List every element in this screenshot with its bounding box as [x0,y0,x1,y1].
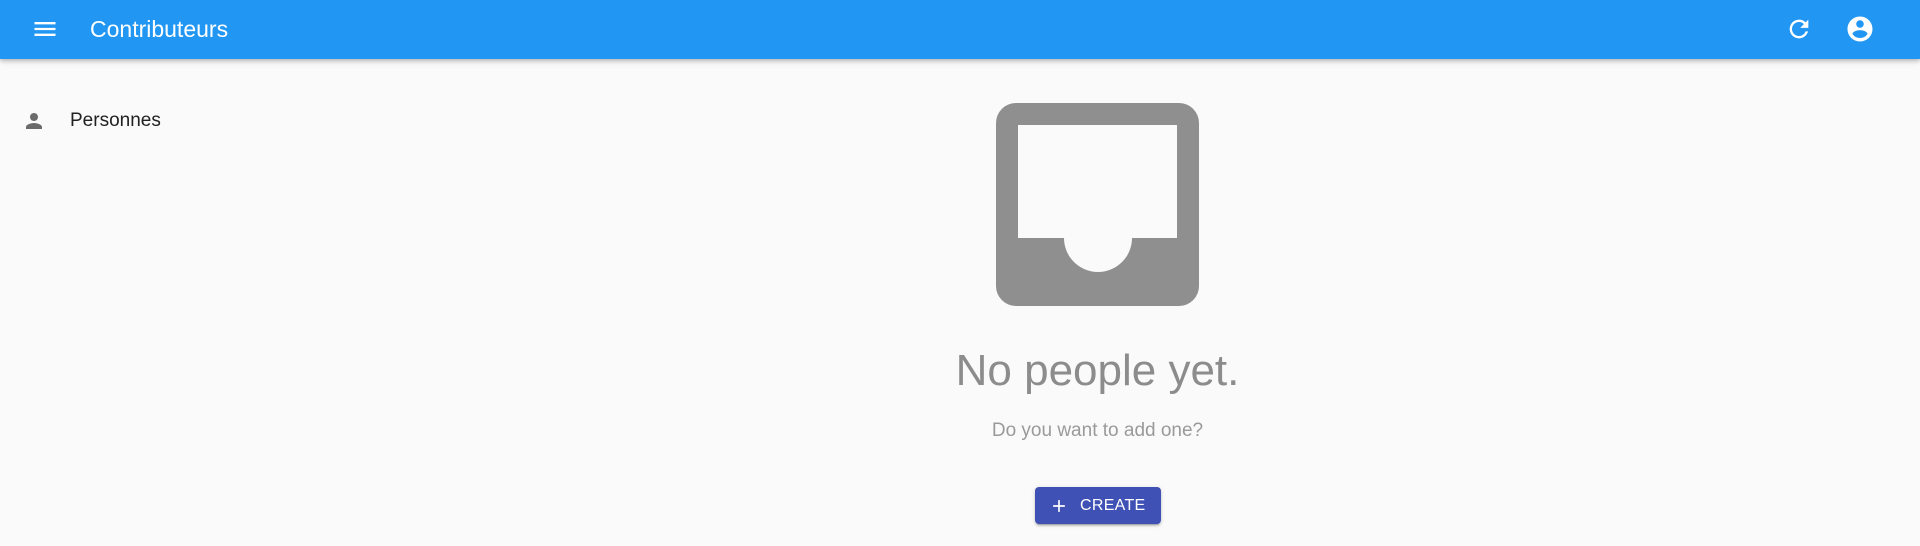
app-title: Contributeurs [90,16,229,42]
menu-icon [34,22,56,36]
empty-title: No people yet. [955,346,1240,395]
account-button[interactable] [1836,5,1884,53]
create-button-label: CREATE [1080,497,1146,514]
refresh-button[interactable] [1775,5,1823,53]
account-circle-icon [1847,16,1873,42]
refresh-icon [1789,19,1809,39]
empty-subtitle: Do you want to add one? [991,420,1204,441]
create-button[interactable]: CREATE [1035,487,1161,524]
add-icon [1053,500,1065,512]
menu-button[interactable] [21,5,69,53]
app-bar: Contributeurs [0,0,1920,59]
inbox-icon [996,103,1199,306]
empty-state: No people yet. Do you want to add one? C… [0,59,1920,546]
